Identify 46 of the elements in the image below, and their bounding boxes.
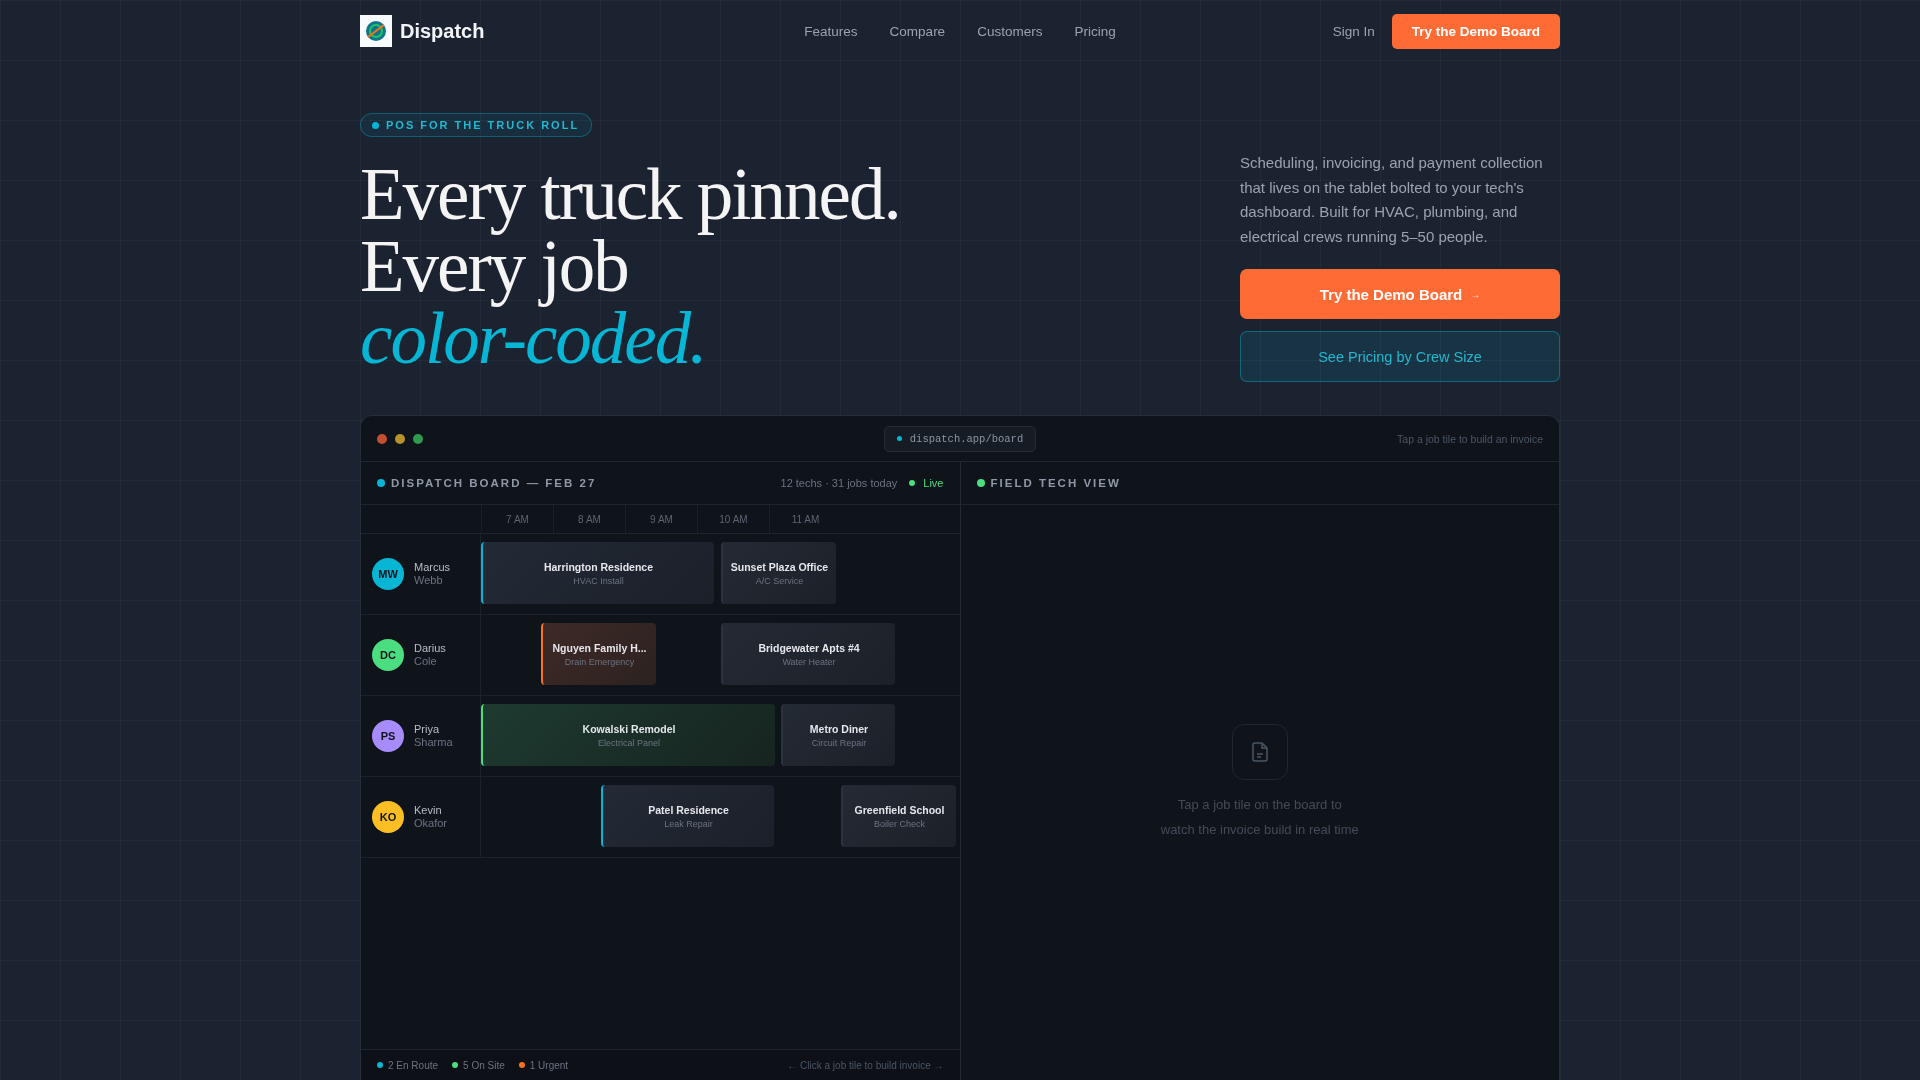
hint-text: Tap a job tile to build an invoice bbox=[1396, 432, 1543, 445]
tech-avatar: DC bbox=[372, 639, 404, 671]
board-summary: 12 techs · 31 jobs today bbox=[780, 477, 898, 489]
tech-first-name: Kevin bbox=[414, 804, 443, 817]
brand-name: Dispatch bbox=[400, 19, 485, 43]
job-tile[interactable]: Nguyen Family H... Drain Emergency bbox=[541, 623, 656, 685]
footer-hint: ← Click a job tile to build invoice → bbox=[787, 1059, 944, 1071]
hour-label: 7 AM bbox=[481, 505, 553, 533]
board-title: DISPATCH BOARD — FEB 27 bbox=[391, 477, 597, 489]
hour-label: 8 AM bbox=[553, 505, 625, 533]
empty-state-text: Tap a job tile on the board to watch the invoice build in real time bbox=[1160, 795, 1359, 839]
tech-last-name: Sharma bbox=[414, 736, 453, 749]
tech-first-name: Priya bbox=[414, 723, 441, 736]
job-tile[interactable]: Patel Residence Leak Repair bbox=[601, 785, 774, 847]
nav-link[interactable]: Compare bbox=[889, 23, 946, 39]
tech-last-name: Webb bbox=[414, 574, 444, 587]
job-tile[interactable]: Kowalski Remodel Electrical Panel bbox=[481, 704, 775, 766]
hour-label: 9 AM bbox=[625, 505, 697, 533]
nav-link[interactable]: Pricing bbox=[1074, 23, 1116, 39]
url-field[interactable]: dispatch.app/board bbox=[883, 425, 1037, 452]
legend-label: 5 On Site bbox=[463, 1059, 505, 1071]
hero-description: Scheduling, invoicing, and payment collection that lives on the tablet bolted to your tech's dashboard. Built for HVAC, plumbing, and electrical crews running 5–50 people. bbox=[1240, 153, 1544, 247]
live-label: Live bbox=[923, 477, 944, 489]
tech-first-name: Marcus bbox=[414, 561, 451, 574]
tech-avatar: KO bbox=[372, 801, 404, 833]
tech-avatar: MW bbox=[372, 558, 404, 590]
tech-first-name: Darius bbox=[414, 642, 446, 655]
tech-avatar: PS bbox=[372, 720, 404, 752]
job-tile[interactable]: Sunset Plaza Office A/C Service bbox=[721, 542, 836, 604]
job-tile[interactable]: Metro Diner Circuit Repair bbox=[781, 704, 895, 766]
tagline-badge: POS FOR THE TRUCK ROLL bbox=[360, 113, 593, 137]
pricing-button[interactable]: See Pricing by Crew Size bbox=[1240, 331, 1560, 382]
field-view-title: FIELD TECH VIEW bbox=[990, 477, 1121, 489]
tech-last-name: Okafor bbox=[414, 817, 447, 830]
legend-label: 1 Urgent bbox=[529, 1059, 569, 1071]
tech-last-name: Cole bbox=[414, 655, 438, 668]
hero-headline: Every truck pinned. Every job color-coded. bbox=[360, 159, 900, 375]
legend-label: 2 En Route bbox=[388, 1059, 439, 1071]
job-tile[interactable]: Bridgewater Apts #4 Water Heater bbox=[721, 623, 895, 685]
nav-link[interactable]: Customers bbox=[977, 23, 1043, 39]
job-tile[interactable]: Greenfield School Boiler Check bbox=[841, 785, 956, 847]
nav-link[interactable]: Features bbox=[804, 23, 858, 39]
hour-label: 10 AM bbox=[697, 505, 769, 533]
sign-in-link[interactable]: Sign In bbox=[1332, 23, 1375, 39]
hour-label: 11 AM bbox=[769, 505, 841, 533]
job-tile[interactable]: Harrington Residence HVAC Install bbox=[481, 542, 714, 604]
